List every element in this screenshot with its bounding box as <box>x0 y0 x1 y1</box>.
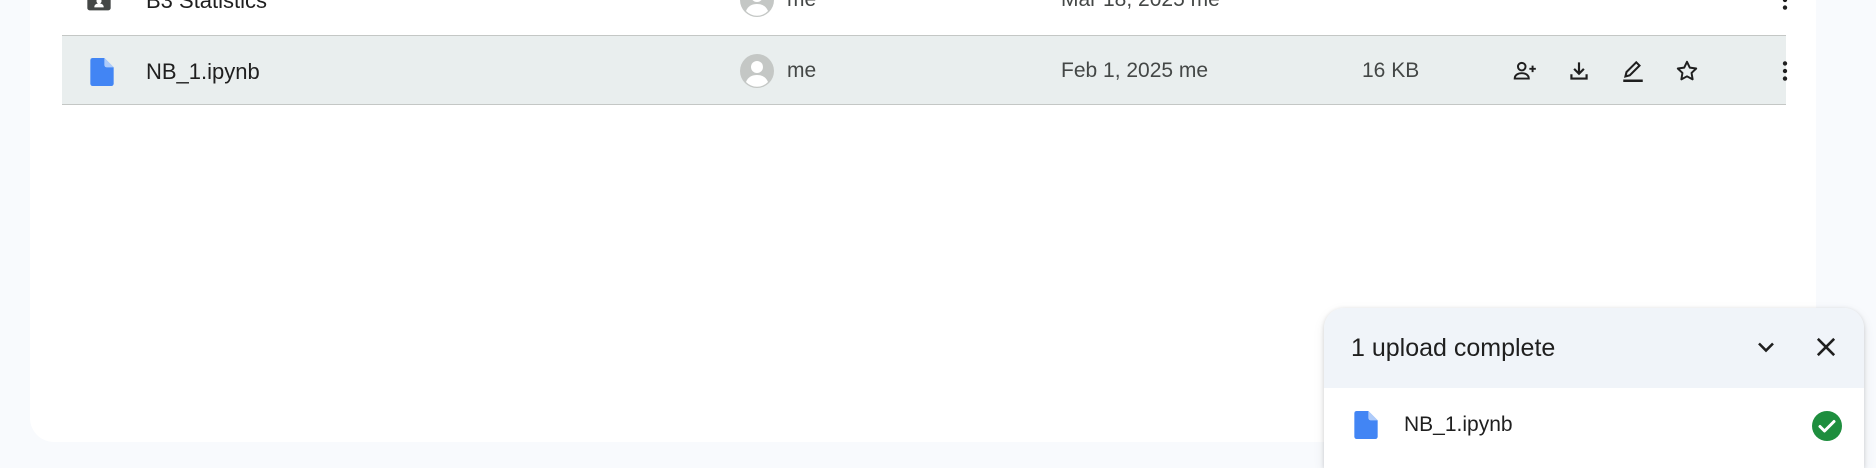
file-row[interactable]: B3 Statistics me Mar 18, 2025 me <box>62 0 1788 35</box>
close-button[interactable] <box>1803 324 1849 370</box>
avatar-icon <box>740 0 774 17</box>
download-button[interactable] <box>1556 48 1602 94</box>
avatar-icon <box>740 54 774 88</box>
file-name[interactable]: B3 Statistics <box>146 0 267 14</box>
check-circle-icon <box>1812 411 1842 441</box>
share-button[interactable] <box>1502 48 1548 94</box>
upload-status-panel: 1 upload complete NB_1.ipynb <box>1324 308 1864 468</box>
modified-date: Mar 18, 2025 me <box>1061 0 1220 12</box>
star-button[interactable] <box>1664 48 1710 94</box>
edit-icon <box>1623 60 1643 82</box>
modified-date: Feb 1, 2025 me <box>1061 59 1209 82</box>
upload-panel-header: 1 upload complete <box>1324 308 1864 388</box>
rename-button[interactable] <box>1610 48 1656 94</box>
more-actions-button[interactable] <box>1762 48 1808 94</box>
file-size: 16 KB <box>1362 59 1420 82</box>
upload-file-name: NB_1.ipynb <box>1404 413 1513 436</box>
shared-folder-icon <box>87 0 111 11</box>
file-row-selected[interactable]: NB_1.ipynb me Feb 1, 2025 me 16 KB <box>62 35 1788 105</box>
collapse-button[interactable] <box>1743 324 1789 370</box>
document-icon <box>1354 411 1378 439</box>
document-icon <box>90 58 114 86</box>
upload-item[interactable]: NB_1.ipynb <box>1324 388 1864 468</box>
owner-name: me <box>787 59 817 82</box>
person-add-icon <box>1513 61 1536 80</box>
more-vertical-icon <box>1782 61 1788 81</box>
chevron-down-icon <box>1758 342 1774 353</box>
owner-name: me <box>787 0 816 12</box>
close-icon <box>1816 337 1836 357</box>
file-name[interactable]: NB_1.ipynb <box>146 59 260 85</box>
star-outline-icon <box>1676 60 1698 81</box>
more-vertical-icon <box>1782 0 1788 10</box>
download-icon <box>1570 62 1588 80</box>
upload-status-title: 1 upload complete <box>1351 334 1556 362</box>
row-actions <box>1502 48 1718 94</box>
